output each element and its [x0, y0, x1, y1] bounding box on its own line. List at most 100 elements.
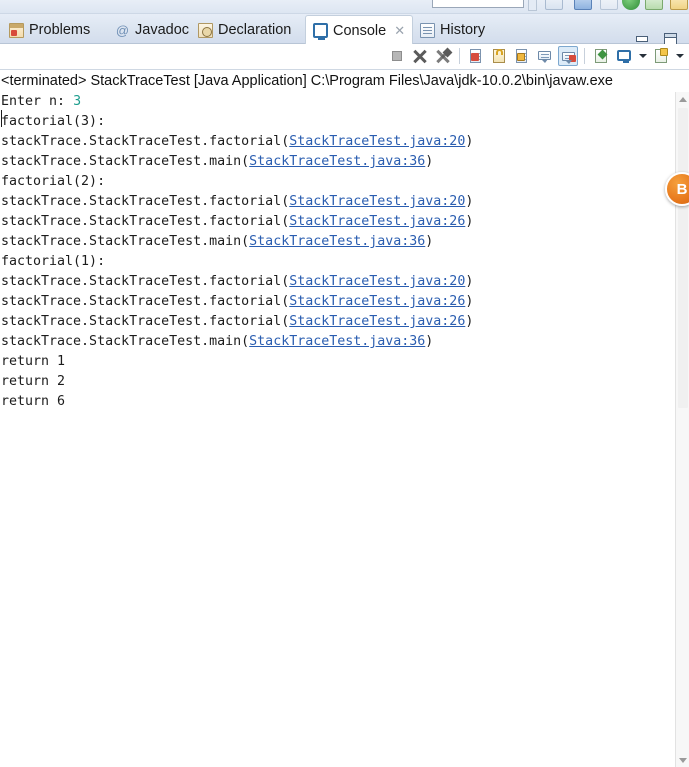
remove-launch-button[interactable] — [410, 46, 430, 66]
tab-problems-label: Problems — [29, 22, 91, 38]
close-all-x-icon — [436, 47, 453, 63]
console-line: stackTrace.StackTraceTest.factorial(Stac… — [1, 212, 675, 232]
stack-trace-link[interactable]: StackTraceTest.java:20 — [289, 194, 465, 209]
console-text: return 6 — [1, 394, 66, 409]
quick-access-input[interactable] — [432, 0, 524, 8]
stack-trace-link[interactable]: StackTraceTest.java:20 — [289, 134, 465, 149]
search-icon[interactable] — [600, 0, 618, 10]
console-text: ) — [465, 134, 474, 149]
new-wizard-icon[interactable] — [670, 0, 688, 10]
console-line: factorial(1): — [1, 252, 675, 272]
launch-header: <terminated> StackTraceTest [Java Applic… — [0, 70, 689, 92]
stack-trace-link[interactable]: StackTraceTest.java:36 — [249, 234, 425, 249]
perspective-debug-icon[interactable] — [574, 0, 592, 10]
console-toolbar — [0, 44, 689, 70]
scroll-lock-button[interactable] — [489, 46, 509, 66]
display-selected-console-button[interactable] — [614, 46, 634, 66]
toolbar-separator-2 — [584, 48, 585, 64]
scrollbar-thumb[interactable] — [678, 108, 688, 408]
stack-trace-link[interactable]: StackTraceTest.java:20 — [289, 274, 465, 289]
perspective-java-icon[interactable] — [545, 0, 563, 10]
console-line: stackTrace.StackTraceTest.factorial(Stac… — [1, 192, 675, 212]
new-console-view-button[interactable] — [651, 46, 671, 66]
console-text: return 1 — [1, 354, 66, 369]
stack-trace-link[interactable]: StackTraceTest.java:26 — [289, 314, 465, 329]
show-console-on-output-button[interactable] — [535, 46, 555, 66]
stack-trace-link[interactable]: StackTraceTest.java:36 — [249, 334, 425, 349]
minimize-icon — [636, 36, 648, 42]
history-icon — [420, 22, 435, 38]
tab-javadoc-label: Javadoc — [135, 22, 190, 38]
user-input-text: 3 — [73, 94, 82, 109]
console-text: stackTrace.StackTraceTest.factorial( — [1, 134, 290, 149]
open-console-button[interactable] — [591, 46, 611, 66]
console-line: factorial(3): — [1, 112, 675, 132]
pin-console-button[interactable] — [558, 46, 578, 66]
text-caret — [1, 110, 2, 127]
javadoc-icon: @ — [115, 22, 130, 38]
run-icon[interactable] — [622, 0, 640, 10]
console-line: return 1 — [1, 352, 675, 372]
declaration-icon — [198, 22, 213, 38]
console-line: stackTrace.StackTraceTest.factorial(Stac… — [1, 132, 675, 152]
new-console-view-dropdown[interactable] — [674, 46, 685, 66]
global-toolbar-strip — [0, 0, 689, 14]
toolbar-separator — [459, 48, 460, 64]
console-text: stackTrace.StackTraceTest.factorial( — [1, 274, 290, 289]
floating-badge-label: B — [676, 180, 688, 198]
tab-javadoc[interactable]: @ Javadoc — [108, 16, 196, 44]
tab-declaration[interactable]: Declaration — [191, 16, 298, 44]
monitor-icon — [617, 50, 631, 63]
scroll-down-arrow-icon[interactable] — [676, 753, 689, 767]
word-wrap-icon — [516, 49, 527, 63]
console-toolbar-items — [387, 46, 685, 66]
tab-problems[interactable]: Problems — [2, 16, 97, 44]
tab-console[interactable]: Console ✕ — [305, 15, 414, 45]
clear-console-button[interactable] — [466, 46, 486, 66]
console-line: stackTrace.StackTraceTest.main(StackTrac… — [1, 152, 675, 172]
stack-trace-link[interactable]: StackTraceTest.java:36 — [249, 154, 425, 169]
console-text: ) — [465, 294, 474, 309]
console-line: return 2 — [1, 372, 675, 392]
stop-icon — [392, 51, 402, 61]
stack-trace-link[interactable]: StackTraceTest.java:26 — [289, 294, 465, 309]
console-line: return 6 — [1, 392, 675, 412]
external-tools-icon[interactable] — [645, 0, 663, 10]
quick-access-dropdown-icon[interactable] — [528, 0, 537, 11]
console-text: ) — [465, 214, 474, 229]
console-text: stackTrace.StackTraceTest.factorial( — [1, 294, 290, 309]
console-line: stackTrace.StackTraceTest.factorial(Stac… — [1, 312, 675, 332]
console-lines: Enter n: 3 factorial(3): stackTrace.StackT… — [1, 92, 675, 412]
console-text: return 2 — [1, 374, 66, 389]
display-selected-console-dropdown[interactable] — [637, 46, 648, 66]
console-text: ) — [425, 334, 434, 349]
console-line: stackTrace.StackTraceTest.main(StackTrac… — [1, 232, 675, 252]
remove-all-terminated-button[interactable] — [433, 46, 453, 66]
word-wrap-button[interactable] — [512, 46, 532, 66]
console-line: stackTrace.StackTraceTest.factorial(Stac… — [1, 292, 675, 312]
console-output-area[interactable]: Enter n: 3 factorial(3): stackTrace.StackT… — [0, 92, 675, 767]
problems-icon — [9, 22, 24, 38]
console-text: ) — [425, 234, 434, 249]
console-text: stackTrace.StackTraceTest.main( — [1, 234, 250, 249]
clear-console-icon — [470, 49, 481, 63]
scroll-up-arrow-icon[interactable] — [676, 92, 689, 106]
show-on-output-icon — [538, 51, 551, 63]
close-x-icon — [413, 49, 427, 63]
tab-history[interactable]: History — [413, 16, 492, 44]
console-text: factorial(1): — [1, 254, 106, 269]
console-text: stackTrace.StackTraceTest.factorial( — [1, 194, 290, 209]
console-line: stackTrace.StackTraceTest.factorial(Stac… — [1, 272, 675, 292]
stack-trace-link[interactable]: StackTraceTest.java:26 — [289, 214, 465, 229]
terminate-button[interactable] — [387, 46, 407, 66]
close-icon[interactable]: ✕ — [394, 23, 405, 39]
eclipse-console-view: Problems @ Javadoc Declaration Console ✕… — [0, 0, 689, 767]
console-line: Enter n: 3 — [1, 92, 675, 112]
lock-icon — [493, 49, 505, 63]
pin-console-icon — [562, 52, 576, 64]
console-text: stackTrace.StackTraceTest.factorial( — [1, 314, 290, 329]
console-text: stackTrace.StackTraceTest.main( — [1, 154, 250, 169]
console-text: stackTrace.StackTraceTest.factorial( — [1, 214, 290, 229]
tab-history-label: History — [440, 22, 486, 38]
view-tab-bar: Problems @ Javadoc Declaration Console ✕… — [0, 14, 689, 45]
